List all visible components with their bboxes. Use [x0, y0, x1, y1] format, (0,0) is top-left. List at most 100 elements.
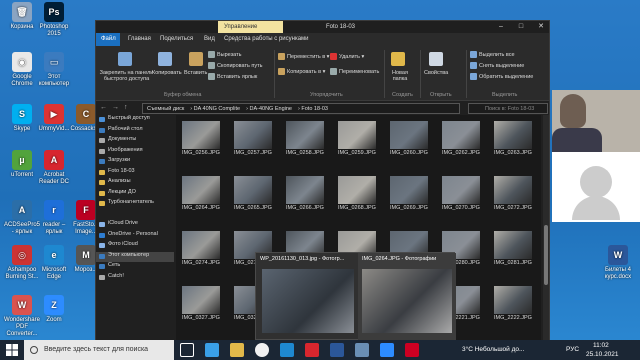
file-item[interactable]: IMG_0327.JPG [182, 286, 220, 321]
nav-item[interactable]: Фото iCloud [96, 241, 174, 252]
nav-item[interactable]: iCloud Drive [96, 220, 174, 231]
desktop-icon[interactable]: ▭ Этот компьютер [36, 52, 72, 88]
file-item[interactable]: IMG_0272.JPG [494, 176, 532, 211]
desktop-icon[interactable]: A Acrobat Reader DC [36, 150, 72, 186]
file-item[interactable]: IMG_0274.JPG [182, 231, 220, 266]
nav-item[interactable] [96, 210, 174, 221]
nav-item[interactable]: Этот компьютер [96, 251, 174, 262]
app-taskbar-icon[interactable] [405, 343, 419, 357]
nav-item[interactable]: Изображения [96, 147, 174, 158]
desktop-icon[interactable]: e Microsoft Edge [36, 245, 72, 281]
tab-picture-tools[interactable]: Средства работы с рисунками [224, 36, 309, 42]
forward-button[interactable]: → [112, 104, 119, 111]
nav-item[interactable]: Рабочий стол [96, 126, 174, 137]
windows-start-icon[interactable] [6, 344, 18, 356]
zoom-taskbar-icon[interactable] [380, 343, 394, 357]
tab-view[interactable]: Вид [204, 36, 215, 42]
nav-item[interactable]: Загрузки [96, 157, 174, 168]
paste-shortcut-button[interactable]: Вставить ярлык [208, 73, 257, 80]
tab-file[interactable]: Файл [96, 33, 120, 46]
desktop-icon[interactable]: Z Zoom [36, 295, 72, 324]
desktop-icon[interactable]: W Билеты 4 курс.docx [600, 245, 636, 281]
clock-date[interactable]: 25.10.2021 [586, 351, 619, 358]
properties-button[interactable]: Свойства [424, 70, 448, 76]
search-input[interactable]: Поиск в: Foto 18-03 [468, 103, 548, 114]
chrome-taskbar-icon[interactable] [255, 343, 269, 357]
file-item[interactable]: IMG_2222.JPG [494, 286, 532, 321]
delete-button[interactable]: Удалить ▾ [330, 53, 364, 60]
desktop-icon[interactable]: 🗑 Корзина [4, 2, 40, 31]
select-none-button[interactable]: Снять выделение [470, 62, 524, 69]
clock-time[interactable]: 11:02 [593, 342, 609, 349]
copy-button[interactable]: Копировать [152, 70, 182, 76]
copy-path-button[interactable]: Скопировать путь [208, 62, 263, 69]
photos-taskbar-icon[interactable] [355, 343, 369, 357]
close-button[interactable]: ✕ [531, 22, 551, 32]
preview-thumbnail[interactable] [262, 269, 354, 333]
file-item[interactable]: IMG_0262.JPG [442, 121, 480, 156]
nav-item[interactable]: Foto 18-03 [96, 168, 174, 179]
desktop-icon[interactable]: S Skype [4, 104, 40, 133]
tab-home[interactable]: Главная [128, 36, 151, 42]
invert-selection-button[interactable]: Обратить выделение [470, 73, 533, 80]
breadcrumb[interactable]: DA 40NG Complite [194, 106, 240, 112]
file-item[interactable]: IMG_0256.JPG [182, 121, 220, 156]
taskbar-search-input[interactable]: Введите здесь текст для поиска [24, 340, 174, 360]
edge-taskbar-icon[interactable] [280, 343, 294, 357]
file-item[interactable]: IMG_0264.JPG [182, 176, 220, 211]
acrobat-taskbar-icon[interactable] [305, 343, 319, 357]
paste-button[interactable]: Вставить [184, 70, 207, 76]
select-all-button[interactable]: Выделить все [470, 51, 515, 58]
nav-item[interactable]: Документы [96, 136, 174, 147]
nav-item[interactable]: Лекции ДО [96, 189, 174, 200]
up-button[interactable]: ↑ [124, 104, 128, 111]
lang-indicator[interactable]: РУС [566, 346, 579, 353]
breadcrumb[interactable]: Съемный диск [147, 106, 184, 112]
preview-title[interactable]: IMG_0264.JPG - Фотографии [362, 256, 436, 262]
cut-button[interactable]: Вырезать [208, 51, 241, 58]
word-doc-taskbar-icon[interactable] [330, 343, 344, 357]
word-taskbar-icon[interactable] [205, 343, 219, 357]
file-item[interactable]: IMG_0260.JPG [390, 121, 428, 156]
desktop-icon[interactable]: Ps Photoshop 2015 [36, 2, 72, 38]
nav-item[interactable]: OneDrive - Personal [96, 231, 174, 242]
file-item[interactable]: IMG_0259.JPG [338, 121, 376, 156]
new-folder-button[interactable]: Новая папка [387, 70, 413, 82]
move-to-button[interactable]: Переместить в ▾ [278, 53, 329, 60]
file-item[interactable]: IMG_0257.JPG [234, 121, 272, 156]
task-view-icon[interactable] [180, 343, 194, 357]
file-item[interactable]: IMG_0258.JPG [286, 121, 324, 156]
preview-title[interactable]: WP_20161130_013.jpg - Фотогр... [260, 256, 344, 262]
file-item[interactable]: IMG_0269.JPG [390, 176, 428, 211]
file-item[interactable]: IMG_0270.JPG [442, 176, 480, 211]
rename-button[interactable]: Переименовать [330, 68, 379, 75]
explorer-taskbar-icon[interactable] [230, 343, 244, 357]
file-item[interactable]: IMG_0266.JPG [286, 176, 324, 211]
desktop-icon[interactable]: ◎ Ashampoo Burning St... [4, 245, 40, 281]
breadcrumb[interactable]: Foto 18-03 [301, 106, 328, 112]
preview-thumbnail[interactable] [362, 269, 452, 333]
file-item[interactable]: IMG_0268.JPG [338, 176, 376, 211]
desktop-icon[interactable]: W Wondershare PDF Converter... [4, 295, 40, 338]
nav-item[interactable]: Быстрый доступ [96, 115, 174, 126]
nav-item[interactable]: Catch! [96, 273, 174, 284]
minimize-button[interactable]: – [491, 22, 511, 32]
back-button[interactable]: ← [100, 104, 107, 111]
scroll-thumb[interactable] [544, 225, 548, 285]
nav-item[interactable]: Анализы [96, 178, 174, 189]
nav-item[interactable]: Сеть [96, 262, 174, 273]
pin-quick-access-button[interactable]: Закрепить на панели быстрого доступа [99, 70, 154, 82]
nav-item[interactable]: Турбонагнетатель [96, 199, 174, 210]
desktop-icon[interactable]: ▶ UmmyVid... [36, 104, 72, 133]
weather-text[interactable]: 3°C Небольшой до... [462, 346, 524, 353]
desktop-icon[interactable]: r reader – ярлык [36, 200, 72, 236]
breadcrumb[interactable]: DA-40NG Engine [250, 106, 293, 112]
desktop-icon[interactable]: µ uTorrent [4, 150, 40, 179]
file-item[interactable]: IMG_0263.JPG [494, 121, 532, 156]
desktop-icon[interactable]: A ACDSeePro5 - ярлык [4, 200, 40, 236]
manage-tab[interactable]: Управление [218, 21, 283, 33]
address-path[interactable]: Съемный диск › DA 40NG Complite › DA-40NG … [142, 103, 460, 114]
copy-to-button[interactable]: Копировать в ▾ [278, 68, 325, 75]
file-item[interactable]: IMG_0265.JPG [234, 176, 272, 211]
desktop-icon[interactable]: ◉ Google Chrome [4, 52, 40, 88]
